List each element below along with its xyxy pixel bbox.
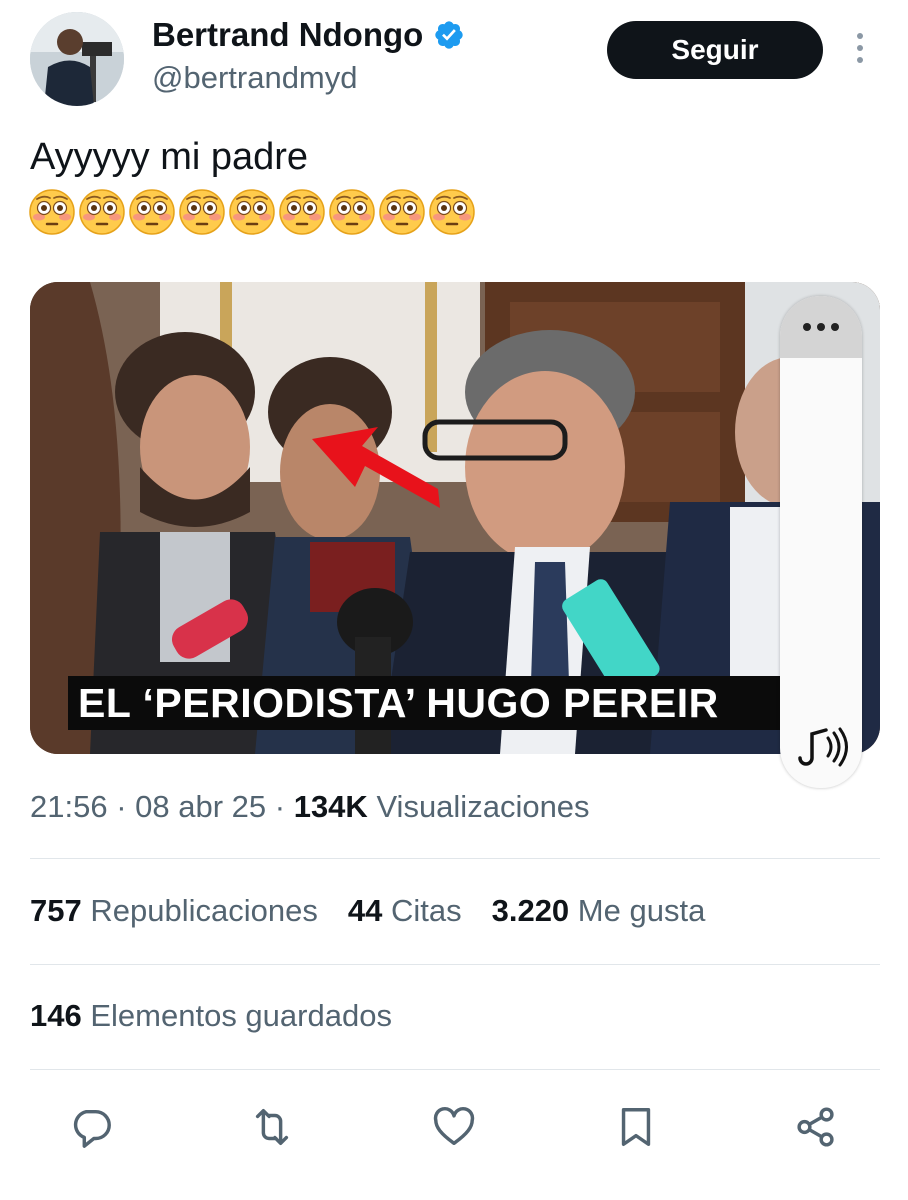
follow-button[interactable]: Seguir — [607, 21, 823, 79]
tweet-date[interactable]: 08 abr 25 — [135, 789, 266, 824]
quotes-label: Citas — [390, 893, 462, 928]
flushed-face-icon — [279, 189, 325, 235]
more-options-icon[interactable] — [852, 33, 868, 67]
sound-icon[interactable] — [792, 724, 850, 770]
flushed-face-icon — [179, 189, 225, 235]
saved-count: 146 — [30, 998, 82, 1033]
verified-badge-icon — [435, 21, 463, 49]
flushed-face-icon — [29, 189, 75, 235]
bookmark-icon — [621, 1108, 651, 1146]
reposts-count: 757 — [30, 893, 82, 928]
tweet-text: Ayyyyy mi padre — [30, 136, 309, 178]
avatar[interactable] — [30, 12, 124, 106]
tweet-header: Bertrand Ndongo @bertrandmyd Seguir — [0, 0, 908, 120]
heart-icon — [433, 1107, 475, 1146]
saved-stat: 146 Elementos guardados — [30, 998, 392, 1034]
engagement-stats: 757 Republicaciones 44 Citas 3.220 Me gu… — [30, 893, 705, 929]
likes-count: 3.220 — [491, 893, 570, 928]
divider — [30, 858, 880, 859]
video-side-panel — [780, 296, 862, 788]
action-bar — [0, 1100, 908, 1154]
share-icon — [797, 1107, 834, 1147]
flushed-face-icon — [429, 189, 475, 235]
flushed-face-icon — [79, 189, 125, 235]
reposts-stat[interactable]: 757 Republicaciones — [30, 893, 318, 929]
reposts-label: Republicaciones — [90, 893, 318, 928]
likes-label: Me gusta — [577, 893, 706, 928]
display-name-text[interactable]: Bertrand Ndongo — [152, 16, 423, 54]
flushed-face-icon — [229, 189, 275, 235]
views-count: 134K — [293, 789, 368, 824]
reply-icon — [73, 1109, 111, 1148]
divider — [30, 964, 880, 965]
share-button[interactable] — [789, 1100, 843, 1154]
display-name[interactable]: Bertrand Ndongo — [152, 16, 465, 54]
like-button[interactable] — [427, 1100, 481, 1154]
video-caption: EL ‘PERIODISTA’ HUGO PEREIR — [68, 676, 788, 730]
repost-button[interactable] — [245, 1100, 299, 1154]
views-label: Visualizaciones — [376, 789, 590, 824]
reply-button[interactable] — [64, 1100, 118, 1154]
likes-stat[interactable]: 3.220 Me gusta — [492, 893, 706, 929]
video-media[interactable]: EL ‘PERIODISTA’ HUGO PEREIR — [30, 282, 880, 754]
flushed-face-icon — [129, 189, 175, 235]
flushed-face-icon — [379, 189, 425, 235]
bookmark-button[interactable] — [609, 1100, 663, 1154]
tweet-emoji-row: 😳😳😳😳😳😳😳😳😳 — [28, 188, 476, 238]
user-handle[interactable]: @bertrandmyd — [152, 60, 358, 96]
divider — [30, 1069, 880, 1070]
quotes-stat[interactable]: 44 Citas — [348, 893, 462, 929]
quotes-count: 44 — [347, 893, 383, 928]
tweet-time[interactable]: 21:56 — [30, 789, 108, 824]
repost-icon — [255, 1108, 289, 1146]
flushed-face-icon — [329, 189, 375, 235]
tweet-meta: 21:56 · 08 abr 25 · 134K Visualizaciones — [30, 789, 590, 824]
saved-label: Elementos guardados — [90, 998, 392, 1033]
